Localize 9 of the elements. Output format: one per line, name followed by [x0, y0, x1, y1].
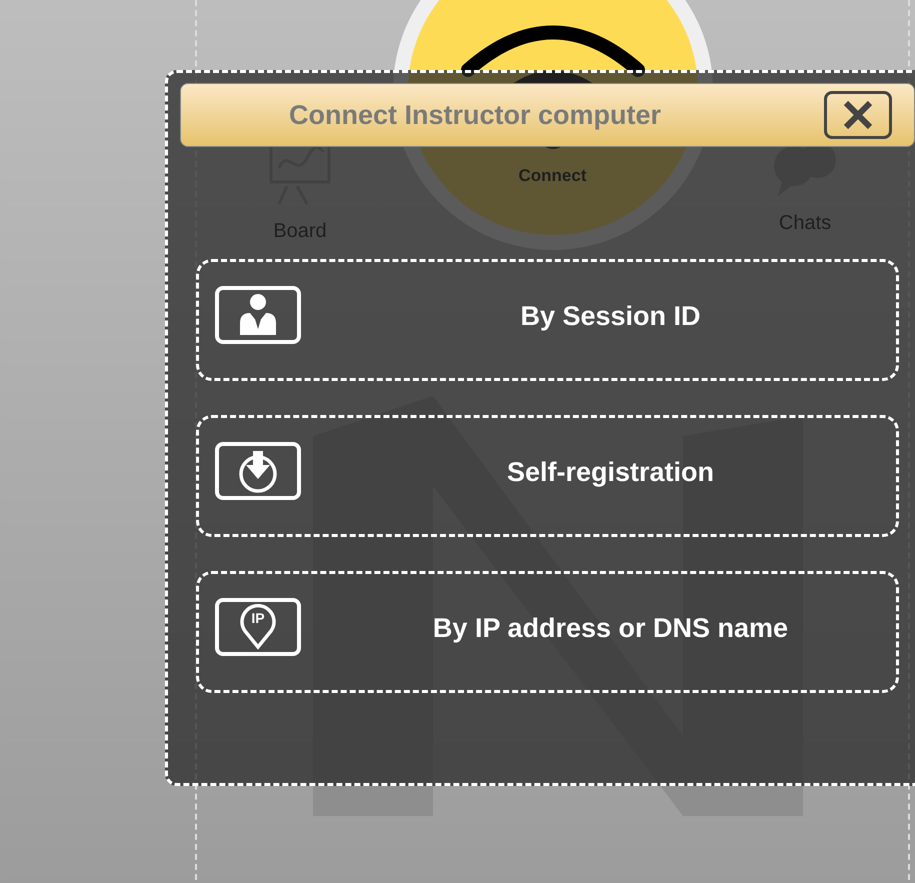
- dialog-title: Connect Instructor computer: [289, 98, 662, 132]
- connect-option-button[interactable]: IP By IP address or DNS name: [196, 571, 899, 693]
- connect-option-button[interactable]: Self-registration: [196, 415, 899, 537]
- ip-location-pin-icon: IP: [215, 598, 301, 656]
- person-card-icon: [215, 286, 301, 344]
- connect-label: Connect: [518, 165, 586, 187]
- close-button[interactable]: [824, 91, 892, 139]
- connect-option-button[interactable]: By Session ID: [196, 259, 899, 381]
- close-icon: [843, 100, 873, 130]
